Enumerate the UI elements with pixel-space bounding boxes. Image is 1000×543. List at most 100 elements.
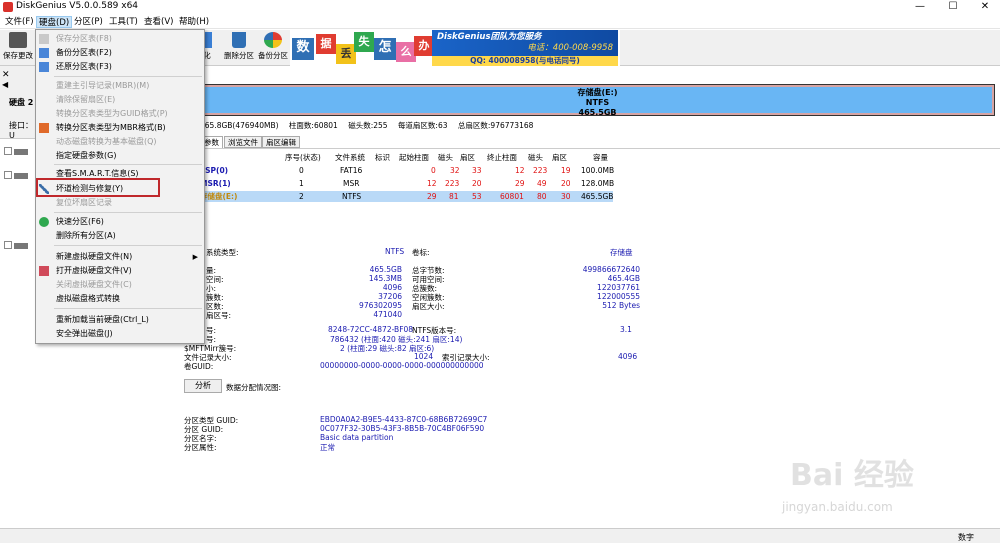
- menu-separator: [54, 164, 202, 165]
- banner-tile: 失: [354, 32, 374, 52]
- menu-item-delete-all-partitions[interactable]: 删除所有分区(A): [36, 229, 204, 243]
- table-row-selected[interactable]: 存储盘(E:) 2 NTFS 29 81 53 60801 80 30 465.…: [200, 191, 613, 202]
- column-header[interactable]: 磁头: [438, 152, 453, 163]
- banner-tile: 丢: [336, 44, 356, 64]
- menu-item-reset-bad-sectors[interactable]: 复位坏扇区记录: [36, 196, 204, 210]
- banner-brand: DiskGenius团队为您服务: [437, 32, 542, 42]
- save-changes-button[interactable]: 保存更改: [3, 32, 33, 64]
- tab-sector-edit[interactable]: 扇区编辑: [262, 136, 300, 148]
- column-header[interactable]: 文件系统: [335, 152, 365, 163]
- detail-value: 976302095: [359, 301, 402, 310]
- detail-value: 4096: [382, 283, 402, 292]
- status-numlock: 数字: [958, 533, 974, 542]
- menu-item-label: 复位坏扇区记录: [56, 198, 112, 207]
- menu-item-clear-reserved-sectors[interactable]: 清除保留扇区(E): [36, 93, 204, 107]
- menu-item-rebuild-mbr[interactable]: 重建主引导记录(MBR)(M): [36, 79, 204, 93]
- menu-separator: [54, 212, 202, 213]
- cell-end-head: 49: [537, 179, 547, 188]
- submenu-arrow-icon: ▶: [192, 253, 198, 261]
- menu-item-convert-to-mbr[interactable]: 转换分区表类型为MBR格式(B): [36, 121, 204, 135]
- partition-bar[interactable]: 存储盘(E:) NTFS 465.5GB: [200, 84, 995, 117]
- detail-value: 465.5GB: [369, 265, 402, 274]
- menu-partition[interactable]: 分区(P): [72, 16, 105, 28]
- column-header[interactable]: 扇区: [552, 152, 567, 163]
- menu-item-label: 安全弹出磁盘(J): [56, 329, 113, 338]
- highlight-box: [36, 178, 160, 197]
- column-header[interactable]: 扇区: [460, 152, 475, 163]
- banner-tile: 据: [316, 34, 336, 54]
- menu-tools[interactable]: 工具(T): [107, 16, 140, 28]
- menu-item-eject-disk[interactable]: 安全弹出磁盘(J): [36, 327, 204, 341]
- cell-start-head: 223: [445, 179, 460, 188]
- tree-expand-icon[interactable]: [4, 147, 12, 155]
- volume-guid-label: 卷GUID:: [184, 362, 214, 371]
- banner-phone: 电话：400-008-9958: [527, 43, 613, 53]
- detail-value: 471040: [373, 310, 402, 319]
- menu-help[interactable]: 帮助(H): [177, 16, 211, 28]
- delete-partition-button[interactable]: 删除分区: [222, 32, 256, 64]
- ad-banner[interactable]: 数 据 丢 失 怎 么 办 DiskGenius团队为您服务 电话：400-00…: [290, 30, 620, 66]
- cell-start-sector: 53: [472, 192, 482, 201]
- menu-item-label: 删除所有分区(A): [56, 231, 116, 240]
- menu-item-specify-disk-params[interactable]: 指定硬盘参数(G): [36, 149, 204, 163]
- menu-item-open-virtual-disk[interactable]: 打开虚拟硬盘文件(V): [36, 264, 204, 278]
- cell-capacity: 465.5GB: [581, 192, 614, 201]
- allocation-map-label: 数据分配情况图:: [226, 383, 282, 392]
- panel-nav-left-icon[interactable]: ◀: [2, 80, 8, 89]
- menu-item-dynamic-to-basic[interactable]: 动态磁盘转换为基本磁盘(Q): [36, 135, 204, 149]
- menu-item-close-virtual-disk[interactable]: 关闭虚拟硬盘文件(C): [36, 278, 204, 292]
- menu-disk[interactable]: 硬盘(D): [36, 16, 73, 28]
- analyze-button[interactable]: 分析: [184, 379, 222, 393]
- column-header[interactable]: 容量: [593, 152, 608, 163]
- cell-end-cyl: 60801: [500, 192, 524, 201]
- backup-partition-button[interactable]: 备份分区: [256, 32, 290, 64]
- cell-end-sector: 20: [561, 179, 571, 188]
- menu-view[interactable]: 查看(V): [142, 16, 175, 28]
- panel-close-icon[interactable]: ✕: [2, 70, 10, 80]
- cell-start-cyl: 29: [427, 192, 437, 201]
- tree-expand-icon[interactable]: [4, 241, 12, 249]
- menu-item-label: 转换分区表类型为GUID格式(P): [56, 109, 168, 118]
- detail-label: 扇区大小:: [412, 302, 445, 311]
- disk-icon: [14, 243, 28, 249]
- cell-end-cyl: 29: [515, 179, 525, 188]
- disk-tree[interactable]: [0, 138, 36, 528]
- column-header[interactable]: 终止柱面: [487, 152, 517, 163]
- backup-icon: [264, 32, 282, 48]
- detail-value: 465.4GB: [607, 274, 640, 283]
- save-icon: [39, 34, 49, 44]
- menu-item-convert-virtual-disk[interactable]: 虚拟磁盘格式转换: [36, 292, 204, 306]
- table-row[interactable]: MSR(1) 1 MSR 12 223 20 29 49 20 128.0MB: [200, 178, 614, 189]
- detail-value: 122037761: [597, 283, 640, 292]
- table-row[interactable]: ESP(0) 0 FAT16 0 32 33 12 223 19 100.0MB: [200, 165, 614, 176]
- maximize-button[interactable]: ☐: [938, 0, 968, 14]
- disk-icon: [14, 173, 28, 179]
- disk-label: 硬盘 2: [9, 98, 34, 107]
- menu-item-quick-partition[interactable]: 快速分区(F6): [36, 215, 204, 229]
- column-header[interactable]: 标识: [375, 152, 390, 163]
- tree-expand-icon[interactable]: [4, 171, 12, 179]
- column-header[interactable]: 磁头: [528, 152, 543, 163]
- cell-fs: NTFS: [342, 192, 362, 201]
- close-button[interactable]: ✕: [970, 0, 1000, 14]
- menu-item-save-partition-table[interactable]: 保存分区表(F8): [36, 32, 204, 46]
- menu-item-reload-disk[interactable]: 重新加载当前硬盘(Ctrl_L): [36, 313, 204, 327]
- trash-icon: [232, 32, 246, 48]
- menu-item-label: 备份分区表(F2): [56, 48, 112, 57]
- tab-browse-files[interactable]: 浏览文件: [224, 136, 262, 148]
- menu-item-restore-partition-table[interactable]: 还原分区表(F3): [36, 60, 204, 74]
- column-header[interactable]: 序号(状态): [285, 152, 321, 163]
- menu-item-new-virtual-disk[interactable]: 新建虚拟硬盘文件(N) ▶: [36, 250, 204, 264]
- disk-heads: 磁头数:255: [348, 121, 388, 130]
- menu-file[interactable]: 文件(F): [3, 16, 36, 28]
- banner-brand-block: DiskGenius团队为您服务 电话：400-008-9958: [432, 30, 618, 56]
- partition-type-guid-value: EBD0A0A2-B9E5-4433-87C0-68B6B72699C7: [320, 415, 488, 424]
- detail-label: 扇区号:: [206, 311, 232, 320]
- menu-item-label: 快速分区(F6): [56, 217, 104, 226]
- left-panel: ✕ ◀ 硬盘 2 接口：U: [0, 66, 36, 528]
- column-header[interactable]: 起始柱面: [399, 152, 429, 163]
- menu-item-label: 虚拟磁盘格式转换: [56, 294, 120, 303]
- menu-item-convert-to-guid[interactable]: 转换分区表类型为GUID格式(P): [36, 107, 204, 121]
- minimize-button[interactable]: —: [905, 0, 935, 14]
- menu-item-backup-partition-table[interactable]: 备份分区表(F2): [36, 46, 204, 60]
